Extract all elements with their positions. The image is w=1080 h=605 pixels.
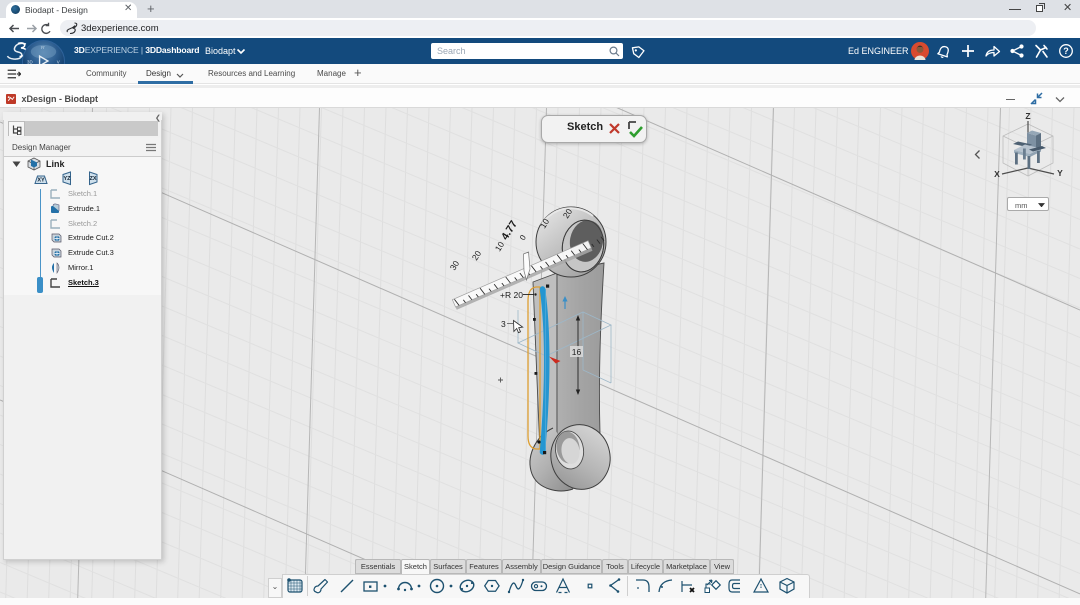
svg-text:XY: XY xyxy=(37,178,45,184)
svg-text:0: 0 xyxy=(518,233,528,242)
svg-text:YZ: YZ xyxy=(63,176,71,182)
svg-text:X: X xyxy=(994,169,1000,179)
svg-text:?: ? xyxy=(1063,46,1069,56)
svg-text:30: 30 xyxy=(448,259,462,273)
svg-text:20: 20 xyxy=(470,249,484,263)
svg-text:3: 3 xyxy=(501,319,506,329)
svg-text:Yr: Yr xyxy=(40,45,45,50)
svg-text:10: 10 xyxy=(493,240,507,254)
svg-text:4.77: 4.77 xyxy=(499,218,520,242)
svg-text:ZX: ZX xyxy=(89,176,96,182)
svg-text:Y: Y xyxy=(1057,168,1063,178)
svg-text:Z: Z xyxy=(1025,111,1030,121)
svg-text:16: 16 xyxy=(572,347,582,357)
svg-text:+R 20: +R 20 xyxy=(500,290,523,300)
